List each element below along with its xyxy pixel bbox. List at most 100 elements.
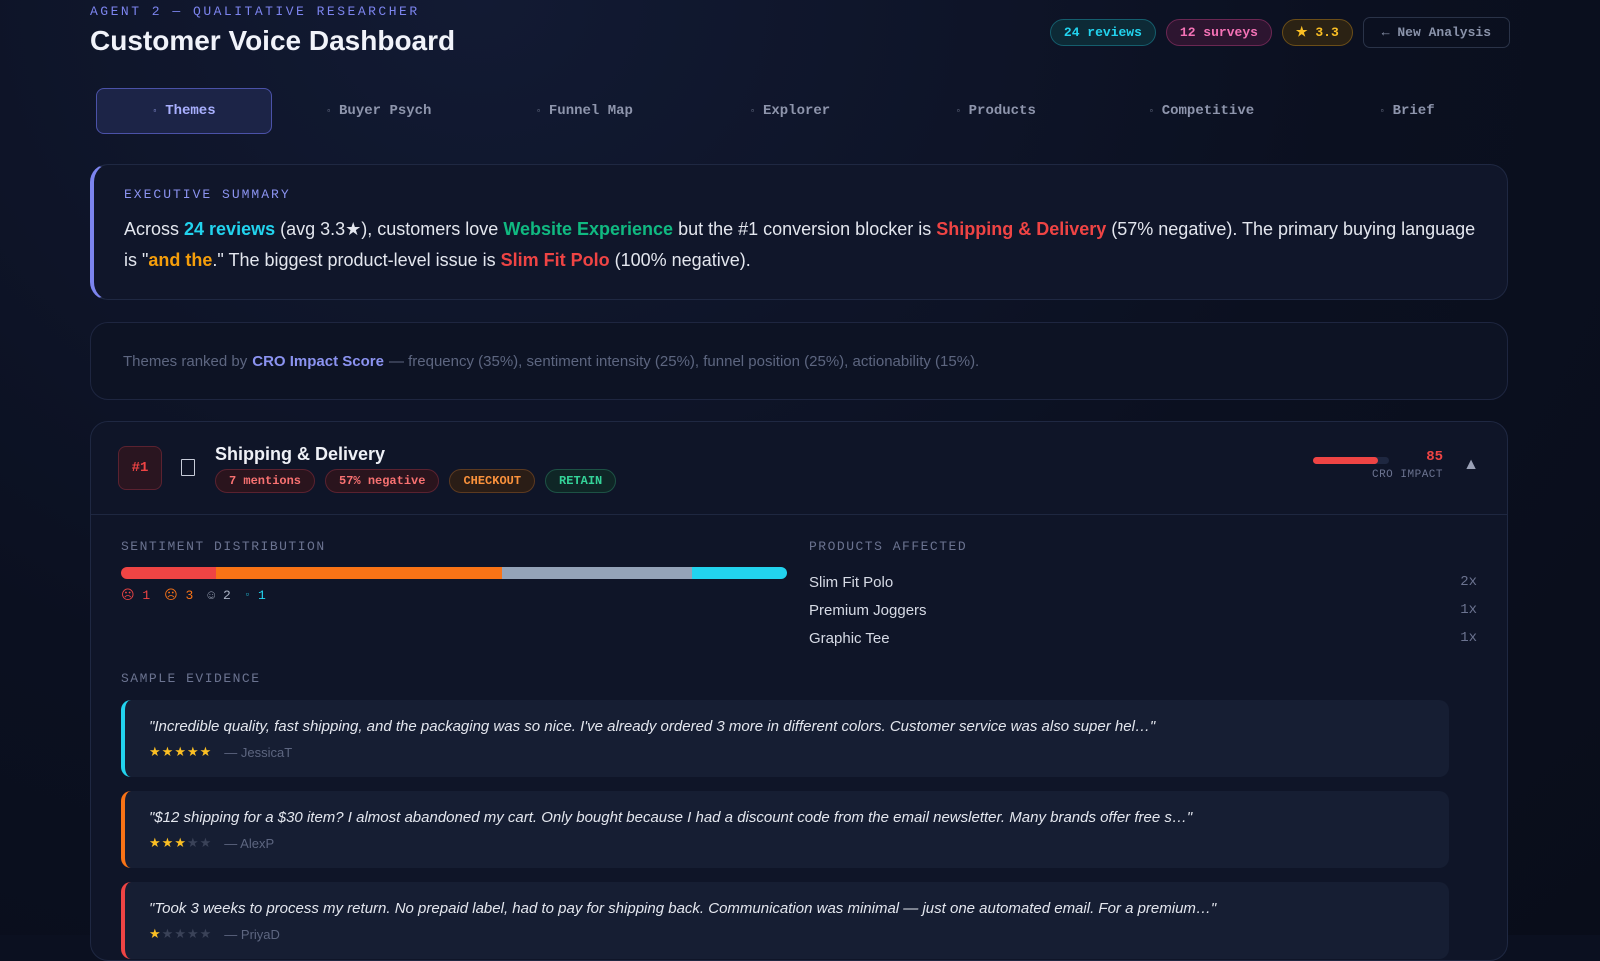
- tab-bar: ▫ Themes ▫ Buyer Psych ▫ Funnel Map ▫ Ex…: [90, 88, 1510, 134]
- star-icon: ★: [174, 835, 187, 850]
- star-icon: ★: [149, 835, 162, 850]
- quote-author: — JessicaT: [224, 744, 293, 760]
- sentiment-count: 2: [215, 588, 231, 603]
- funnel-stage-tag: CHECKOUT: [449, 469, 536, 493]
- product-row[interactable]: Graphic Tee 1x: [809, 624, 1477, 652]
- collapse-icon[interactable]: ▲: [1463, 456, 1479, 474]
- tab-products[interactable]: ▫ Products: [893, 88, 1099, 134]
- star-icon: ★: [186, 835, 200, 850]
- star-icon: ★: [161, 926, 175, 941]
- header-badges: 24 reviews 12 surveys ★ 3.3 ← New Analys…: [1049, 17, 1510, 48]
- impact-score: 85: [1426, 449, 1443, 465]
- product-count: 1x: [1460, 630, 1477, 646]
- star-icon: ★: [199, 744, 213, 759]
- tab-themes[interactable]: ▫ Themes: [96, 88, 272, 134]
- tab-buyer-psych-icon: ▫: [326, 106, 332, 116]
- tab-label: Themes: [165, 103, 216, 119]
- star-icon: ★: [199, 926, 213, 941]
- summary-love-theme: Website Experience: [503, 219, 674, 239]
- summary-text-part: (100% negative).: [609, 250, 751, 270]
- summary-text-part: Across: [124, 219, 185, 239]
- sentiment-segment-positive: [691, 567, 787, 579]
- executive-summary-label: EXECUTIVE SUMMARY: [124, 187, 291, 202]
- tab-label: Competitive: [1161, 103, 1255, 119]
- quote-meta: ★★★★★ — AlexP: [149, 835, 1425, 851]
- summary-product-issue: Slim Fit Polo: [500, 250, 610, 270]
- product-count: 2x: [1460, 574, 1477, 590]
- quote-author: — AlexP: [224, 835, 275, 851]
- funnel-stage-tag: RETAIN: [545, 469, 617, 493]
- star-icon: ★: [174, 926, 187, 941]
- ranking-note-prefix: Themes ranked by: [123, 352, 248, 370]
- executive-summary-card: EXECUTIVE SUMMARY Across 24 reviews (avg…: [90, 164, 1508, 300]
- tab-competitive[interactable]: ▫ Competitive: [1099, 88, 1305, 134]
- sentiment-legend-item: ☹ 3: [164, 588, 193, 603]
- star-icon: ★: [161, 835, 175, 850]
- frown-icon: ☹: [164, 588, 178, 603]
- smile-icon: ☺: [207, 588, 216, 603]
- new-analysis-button[interactable]: ← New Analysis: [1362, 17, 1510, 48]
- impact-bar-fill: [1313, 457, 1378, 464]
- theme-card-header[interactable]: #1 Shipping & Delivery 7 mentions 57% ne…: [91, 422, 1507, 515]
- sentiment-count: 1: [134, 588, 151, 603]
- sentiment-bar: [121, 567, 787, 579]
- impact-label: CRO IMPACT: [1371, 469, 1443, 481]
- sentiment-legend: ☹ 1 ☹ 3 ☺ 2 ▫ 1: [121, 588, 787, 603]
- tab-label: Explorer: [762, 103, 831, 119]
- products-affected-label: PRODUCTS AFFECTED: [809, 539, 968, 554]
- evidence-quote: "Incredible quality, fast shipping, and …: [121, 700, 1449, 777]
- star-icon: ★: [199, 835, 213, 850]
- theme-card-body: SENTIMENT DISTRIBUTION ☹ 1 ☹ 3 ☺ 2 ▫ 1 PROD…: [91, 515, 1507, 959]
- box-icon: [181, 459, 195, 476]
- sentiment-segment-neutral: [501, 567, 692, 579]
- tab-funnel-map[interactable]: ▫ Funnel Map: [482, 88, 688, 134]
- product-name: Slim Fit Polo: [809, 573, 894, 591]
- evidence-quote: "$12 shipping for a $30 item? I almost a…: [121, 791, 1449, 868]
- sentiment-segment-negative: [216, 567, 502, 579]
- surveys-count-badge: 12 surveys: [1165, 19, 1272, 46]
- summary-buying-language: and the: [148, 250, 213, 270]
- product-name: Graphic Tee: [809, 629, 890, 647]
- sentiment-legend-item: ☹ 1: [121, 588, 150, 603]
- sample-evidence: SAMPLE EVIDENCE "Incredible quality, fas…: [121, 671, 1449, 959]
- sentiment-segment-very-negative: [121, 567, 217, 579]
- summary-blocker-theme: Shipping & Delivery: [936, 219, 1107, 239]
- product-row[interactable]: Slim Fit Polo 2x: [809, 568, 1477, 596]
- theme-card: #1 Shipping & Delivery 7 mentions 57% ne…: [90, 421, 1508, 961]
- star-rating: ★★★★★: [149, 926, 212, 942]
- star-rating: ★★★★★: [149, 835, 212, 851]
- ranking-note: Themes ranked by CRO Impact Score — freq…: [90, 322, 1508, 400]
- sentiment-count: 1: [250, 588, 266, 603]
- tab-explorer-icon: ▫: [750, 106, 755, 116]
- tab-products-icon: ▫: [955, 106, 961, 116]
- evidence-quote: "Took 3 weeks to process my return. No p…: [121, 882, 1449, 959]
- star-icon: ★: [149, 926, 162, 941]
- sentiment-legend-item: ▫ 1: [245, 588, 266, 603]
- quote-list: "Incredible quality, fast shipping, and …: [121, 700, 1449, 959]
- theme-title: Shipping & Delivery: [215, 444, 386, 464]
- tab-label: Brief: [1392, 103, 1435, 119]
- sentiment-label: SENTIMENT DISTRIBUTION: [121, 539, 326, 554]
- tab-label: Funnel Map: [548, 103, 633, 119]
- star-icon: ★: [161, 744, 175, 759]
- tab-themes-icon: ▫: [152, 106, 158, 116]
- tab-buyer-psych[interactable]: ▫ Buyer Psych: [276, 88, 482, 134]
- tab-brief[interactable]: ▫ Brief: [1304, 88, 1510, 134]
- rating-badge: ★ 3.3: [1281, 19, 1353, 46]
- tab-label: Products: [968, 103, 1036, 119]
- product-row[interactable]: Premium Joggers 1x: [809, 596, 1477, 624]
- tab-explorer[interactable]: ▫ Explorer: [687, 88, 893, 134]
- product-list: Slim Fit Polo 2x Premium Joggers 1x Grap…: [809, 568, 1477, 652]
- summary-text-part: (avg 3.3★), customers love: [275, 219, 504, 239]
- quote-text: "Incredible quality, fast shipping, and …: [149, 718, 1156, 735]
- reviews-count-badge: 24 reviews: [1049, 19, 1156, 46]
- star-icon: ★: [174, 744, 187, 759]
- summary-text-part: but the #1 conversion blocker is: [673, 219, 937, 239]
- quote-text: "$12 shipping for a $30 item? I almost a…: [149, 809, 1193, 826]
- star-icon: ★: [186, 926, 200, 941]
- sentiment-legend-item: ☺ 2: [207, 588, 230, 603]
- page-header: AGENT 2 — QUALITATIVE RESEARCHER Custome…: [90, 4, 1510, 64]
- summary-text-part: ." The biggest product-level issue is: [212, 250, 501, 270]
- tab-label: Buyer Psych: [339, 103, 432, 119]
- tab-funnel-map-icon: ▫: [536, 106, 541, 116]
